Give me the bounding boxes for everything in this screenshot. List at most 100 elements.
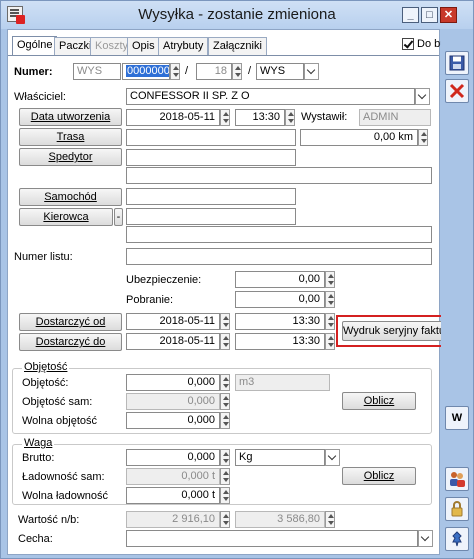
samochod-button[interactable]: Samochód	[19, 188, 122, 206]
km-spinner[interactable]	[418, 129, 428, 146]
objetosc-field[interactable]: 0,000	[126, 374, 220, 391]
save-icon[interactable]	[445, 51, 469, 75]
objetosc-sam-label: Objętość sam:	[22, 396, 93, 408]
pobranie-field[interactable]: 0,00	[235, 291, 325, 308]
tab-divider	[8, 55, 439, 56]
numer-prefix-field[interactable]: WYS	[73, 63, 121, 80]
do-date-spinner[interactable]	[220, 333, 230, 350]
numer-listu-label: Numer listu:	[14, 251, 73, 263]
trasa-button[interactable]: Trasa	[19, 128, 122, 146]
kierowca-detail-field[interactable]	[126, 226, 432, 243]
do-time-spinner[interactable]	[325, 333, 335, 350]
kierowca-minus-button[interactable]: -	[114, 208, 123, 226]
waga-unit-dropdown-icon[interactable]	[325, 449, 340, 466]
wydruk-seryjny-button[interactable]: Wydruk seryjny faktur	[342, 321, 449, 341]
dostarczyc-od-time[interactable]: 13:30	[235, 313, 325, 330]
wolna-objetosc-field[interactable]: 0,000	[126, 412, 220, 429]
wystawil-field: ADMIN	[359, 109, 431, 126]
series-dropdown-icon[interactable]	[304, 63, 319, 80]
od-date-spinner[interactable]	[220, 313, 230, 330]
wartosc-field-2: 3 586,80	[235, 511, 325, 528]
objetosc-group-title: Objętość	[22, 361, 70, 373]
form-panel: Ogólne Paczki Koszty Opis Atrybuty Załąc…	[7, 29, 465, 555]
tab-atrybuty[interactable]: Atrybuty	[158, 37, 209, 55]
tab-ogolne[interactable]: Ogólne	[12, 36, 58, 56]
wartosc-label: Wartość n/b:	[18, 514, 80, 526]
app-window: Wysyłka - zostanie zmieniona _ □ ✕ Ogóln…	[0, 0, 474, 559]
do-bufora-checkbox[interactable]	[402, 38, 414, 50]
objetosc-oblicz-button[interactable]: Oblicz	[342, 392, 416, 410]
dostarczyc-do-date[interactable]: 2018-05-11	[126, 333, 220, 350]
ladownosc-label: Ładowność sam:	[22, 471, 105, 483]
title-bar[interactable]: Wysyłka - zostanie zmieniona _ □ ✕	[1, 1, 473, 29]
spedytor-field[interactable]	[126, 149, 296, 166]
spedytor-button[interactable]: Spedytor	[19, 148, 122, 166]
tab-zalaczniki[interactable]: Załączniki	[208, 37, 267, 55]
brutto-field[interactable]: 0,000	[126, 449, 220, 466]
pobranie-label: Pobranie:	[126, 294, 174, 306]
tab-opis[interactable]: Opis	[127, 37, 160, 55]
dostarczyc-do-button[interactable]: Dostarczyć do	[19, 333, 122, 351]
time-spinner[interactable]	[285, 109, 295, 126]
kierowca-field[interactable]	[126, 208, 296, 225]
objetosc-unit-field: m3	[235, 374, 330, 391]
numer-separator-1: /	[185, 65, 189, 77]
cecha-select[interactable]	[126, 530, 418, 547]
wartosc-spinner-2	[325, 511, 335, 528]
series-select[interactable]: WYS	[256, 63, 304, 80]
maximize-button[interactable]: □	[421, 7, 438, 23]
ubezpieczenie-field[interactable]: 0,00	[235, 271, 325, 288]
numer-listu-field[interactable]	[126, 248, 432, 265]
date-spinner[interactable]	[220, 109, 230, 126]
w-button[interactable]: W	[445, 406, 469, 430]
brutto-spinner[interactable]	[220, 449, 230, 466]
waga-oblicz-button[interactable]: Oblicz	[342, 467, 416, 485]
lock-icon[interactable]	[445, 497, 469, 521]
pobranie-spinner[interactable]	[325, 291, 335, 308]
objetosc-sam-spinner	[220, 393, 230, 410]
data-utworzenia-time[interactable]: 13:30	[235, 109, 285, 126]
numer-label: Numer:	[14, 66, 53, 78]
data-utworzenia-button[interactable]: Data utworzenia	[19, 108, 122, 126]
ubezpieczenie-label: Ubezpieczenie:	[126, 274, 202, 286]
wolna-objetosc-label: Wolna objętość	[22, 415, 98, 427]
objetosc-label: Objętość:	[22, 377, 69, 389]
dostarczyc-od-date[interactable]: 2018-05-11	[126, 313, 220, 330]
wartosc-spinner-1	[220, 511, 230, 528]
wolna-ladownosc-spinner[interactable]	[220, 487, 230, 504]
cecha-dropdown-icon[interactable]	[418, 530, 433, 547]
kierowca-button[interactable]: Kierowca	[19, 208, 113, 226]
minimize-button[interactable]: _	[402, 7, 419, 23]
wartosc-field-1: 2 916,10	[126, 511, 220, 528]
waga-group-title: Waga	[22, 437, 55, 449]
cecha-label: Cecha:	[18, 533, 53, 545]
wolna-objetosc-spinner[interactable]	[220, 412, 230, 429]
ladownosc-spinner	[220, 468, 230, 485]
spedytor-detail-field[interactable]	[126, 167, 432, 184]
wystawil-label: Wystawił:	[301, 111, 348, 123]
wolna-ladownosc-label: Wolna ładowność	[22, 490, 109, 502]
year-spinner[interactable]	[232, 63, 242, 80]
pin-icon[interactable]	[445, 527, 469, 551]
waga-unit-select[interactable]: Kg	[235, 449, 325, 466]
numer-year-field[interactable]: 18	[196, 63, 232, 80]
trasa-field[interactable]	[126, 129, 296, 146]
dostarczyc-od-button[interactable]: Dostarczyć od	[19, 313, 122, 331]
objetosc-spinner[interactable]	[220, 374, 230, 391]
wlasciciel-dropdown-icon[interactable]	[415, 88, 430, 105]
ubezpieczenie-spinner[interactable]	[325, 271, 335, 288]
numer-spinner[interactable]	[170, 63, 180, 80]
people-icon[interactable]	[445, 467, 469, 491]
dostarczyc-do-time[interactable]: 13:30	[235, 333, 325, 350]
samochod-field[interactable]	[126, 188, 296, 205]
cancel-icon[interactable]	[445, 79, 469, 103]
data-utworzenia-date[interactable]: 2018-05-11	[126, 109, 220, 126]
trasa-km-field[interactable]: 0,00 km	[300, 129, 418, 146]
ladownosc-field: 0,000 t	[126, 468, 220, 485]
close-button[interactable]: ✕	[440, 7, 457, 23]
numer-separator-2: /	[248, 65, 252, 77]
numer-number-field[interactable]: 00000001	[122, 63, 170, 80]
od-time-spinner[interactable]	[325, 313, 335, 330]
wlasciciel-select[interactable]: CONFESSOR II SP. Z O	[126, 88, 415, 105]
wolna-ladownosc-field[interactable]: 0,000 t	[126, 487, 220, 504]
